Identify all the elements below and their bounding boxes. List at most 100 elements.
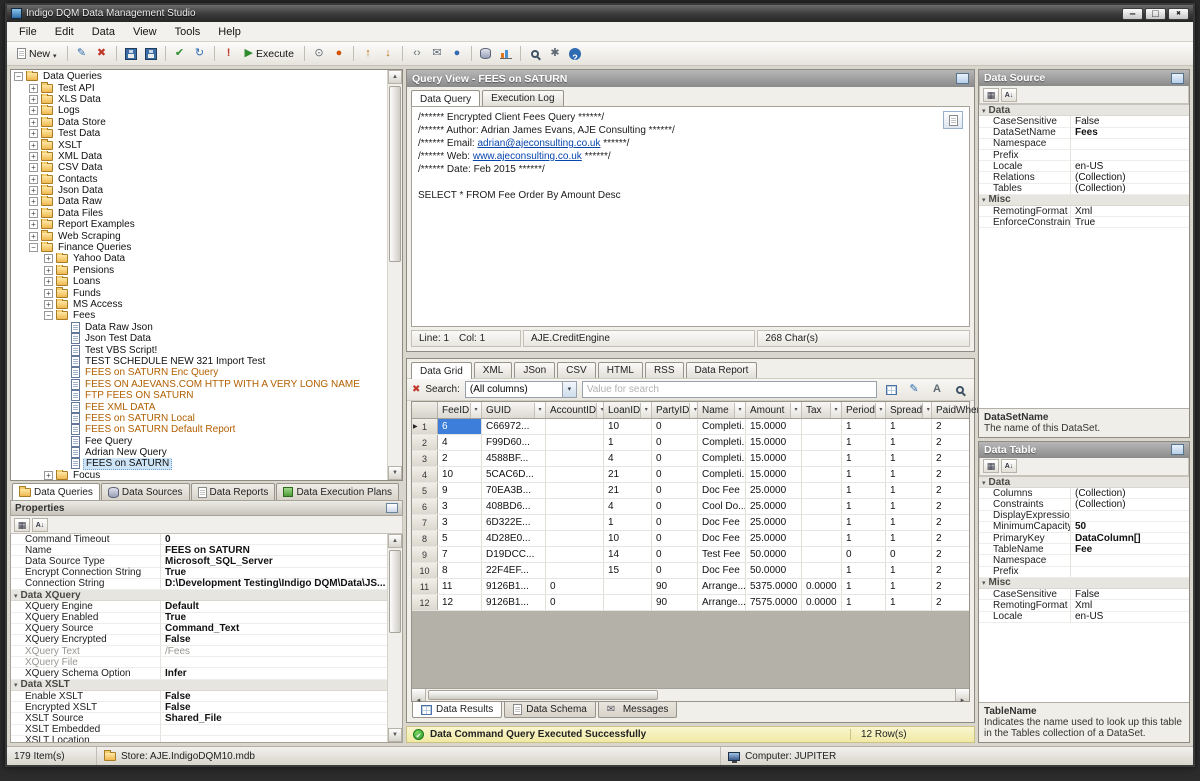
tree-item-fee-xml-data[interactable]: FEE XML DATA bbox=[11, 401, 387, 412]
grid-cell[interactable]: 50.0000 bbox=[746, 547, 802, 562]
tree-expander[interactable]: + bbox=[29, 163, 38, 172]
grid-cell[interactable] bbox=[802, 451, 842, 466]
tree-item-data-raw-json[interactable]: Data Raw Json bbox=[11, 322, 387, 333]
grid-cell[interactable] bbox=[802, 531, 842, 546]
grid-cell[interactable]: 1 bbox=[842, 579, 886, 594]
tree-item-csv-data[interactable]: +CSV Data bbox=[11, 162, 387, 173]
alphabetical-icon[interactable] bbox=[1001, 88, 1017, 102]
grid-cell[interactable]: 7575.0000 bbox=[746, 595, 802, 610]
grid-cell[interactable]: 2 bbox=[932, 547, 984, 562]
column-filter-icon[interactable] bbox=[830, 403, 841, 418]
export-icon[interactable]: ↑ bbox=[359, 45, 377, 62]
grid-cell[interactable]: 4D28E0... bbox=[482, 531, 546, 546]
scroll-up-button[interactable]: ▲ bbox=[388, 534, 402, 548]
grid-cell[interactable]: 0 bbox=[652, 531, 698, 546]
tree-item-ftp-fees-on-saturn[interactable]: FTP FEES ON SATURN bbox=[11, 390, 387, 401]
grid-cell[interactable]: 1 bbox=[886, 499, 932, 514]
property-row-locale[interactable]: Localeen-US bbox=[979, 612, 1189, 623]
property-row-primarykey[interactable]: PrimaryKeyDataColumn[] bbox=[979, 533, 1189, 544]
grid-cell[interactable]: 10 bbox=[604, 419, 652, 434]
tab-rss[interactable]: RSS bbox=[645, 362, 684, 378]
grid-cell[interactable] bbox=[546, 419, 604, 434]
tab-data-sources[interactable]: Data Sources bbox=[101, 483, 190, 500]
grid-cell[interactable]: 2 bbox=[932, 451, 984, 466]
grid-cell[interactable]: 70EA3B... bbox=[482, 483, 546, 498]
tab-data-report[interactable]: Data Report bbox=[686, 362, 758, 378]
scroll-up-button[interactable]: ▲ bbox=[388, 70, 402, 84]
search-column-select[interactable]: (All columns) bbox=[465, 381, 577, 398]
grid-cell[interactable]: 2 bbox=[932, 531, 984, 546]
tree-expander[interactable]: + bbox=[29, 118, 38, 127]
grid-cell[interactable]: 1 bbox=[842, 467, 886, 482]
tree-item-test-data[interactable]: +Test Data bbox=[11, 128, 387, 139]
grid-cell[interactable]: 1 bbox=[842, 419, 886, 434]
property-row-xquery-schema-option[interactable]: XQuery Schema OptionInfer bbox=[11, 668, 387, 679]
grid-cell[interactable] bbox=[802, 515, 842, 530]
property-row-casesensitive[interactable]: CaseSensitiveFalse bbox=[979, 589, 1189, 600]
tree-item-fees-on-saturn-local[interactable]: FEES on SATURN Local bbox=[11, 413, 387, 424]
tree-item-json-test-data[interactable]: Json Test Data bbox=[11, 333, 387, 344]
grid-cell[interactable]: 0 bbox=[652, 451, 698, 466]
grid-cell[interactable]: 1 bbox=[842, 499, 886, 514]
grid-cell[interactable]: Arrange... bbox=[698, 595, 746, 610]
grid-cell[interactable] bbox=[546, 467, 604, 482]
tree-expander[interactable]: + bbox=[44, 471, 53, 480]
column-filter-icon[interactable] bbox=[596, 403, 604, 418]
row-header[interactable]: 2 bbox=[412, 435, 438, 450]
row-header[interactable]: 12 bbox=[412, 595, 438, 610]
import-icon[interactable]: ↓ bbox=[379, 45, 397, 62]
property-row-namespace[interactable]: Namespace bbox=[979, 139, 1189, 150]
grid-cell[interactable]: F99D60... bbox=[482, 435, 546, 450]
new-button[interactable]: New bbox=[12, 43, 62, 65]
column-filter-icon[interactable] bbox=[922, 403, 932, 418]
grid-cell[interactable] bbox=[546, 515, 604, 530]
tree-item-data-store[interactable]: +Data Store bbox=[11, 117, 387, 128]
grid-cell[interactable]: 1 bbox=[886, 419, 932, 434]
menu-file[interactable]: File bbox=[10, 24, 46, 40]
grid-cell[interactable]: 1 bbox=[842, 563, 886, 578]
grid-cell[interactable]: 1 bbox=[886, 435, 932, 450]
tree-item-logs[interactable]: +Logs bbox=[11, 105, 387, 116]
row-header[interactable]: 7 bbox=[412, 515, 438, 530]
grid-cell[interactable]: C66972... bbox=[482, 419, 546, 434]
chart-icon[interactable] bbox=[497, 45, 515, 62]
grid-cell[interactable]: 0 bbox=[652, 419, 698, 434]
tree-item-focus[interactable]: +Focus bbox=[11, 470, 387, 480]
tree-expander[interactable]: − bbox=[44, 311, 53, 320]
property-row-name[interactable]: NameFEES on SATURN bbox=[11, 545, 387, 556]
grid-cell[interactable]: 1 bbox=[886, 451, 932, 466]
tree-item-fees-on-saturn-default-report[interactable]: FEES on SATURN Default Report bbox=[11, 424, 387, 435]
property-category-data-xslt[interactable]: Data XSLT bbox=[11, 680, 387, 691]
tree-item-json-data[interactable]: +Json Data bbox=[11, 185, 387, 196]
grid-cell[interactable]: 10 bbox=[438, 467, 482, 482]
property-category-data[interactable]: Data bbox=[979, 105, 1189, 116]
grid-cell[interactable]: 2 bbox=[932, 499, 984, 514]
sql-editor[interactable]: /****** Encrypted Client Fees Query ****… bbox=[411, 106, 970, 327]
grid-cell[interactable]: 15.0000 bbox=[746, 419, 802, 434]
column-header-feeid[interactable]: FeeID bbox=[438, 402, 482, 418]
menu-tools[interactable]: Tools bbox=[166, 24, 210, 40]
grid-cell[interactable]: 6 bbox=[438, 419, 482, 434]
grid-cell[interactable] bbox=[604, 595, 652, 610]
export-grid-icon[interactable] bbox=[882, 381, 900, 398]
tree-expander[interactable]: + bbox=[44, 266, 53, 275]
grid-cell[interactable]: 1 bbox=[842, 515, 886, 530]
grid-cell[interactable]: 1 bbox=[886, 595, 932, 610]
grid-cell[interactable]: 90 bbox=[652, 579, 698, 594]
maximize-button[interactable] bbox=[1145, 8, 1166, 20]
property-row-encrypted-xslt[interactable]: Encrypted XSLTFalse bbox=[11, 702, 387, 713]
grid-cell[interactable] bbox=[802, 419, 842, 434]
titlebar[interactable]: Indigo DQM Data Management Studio bbox=[7, 5, 1193, 22]
column-filter-icon[interactable] bbox=[470, 403, 481, 418]
grid-cell[interactable] bbox=[802, 499, 842, 514]
property-category-data-xquery[interactable]: Data XQuery bbox=[11, 590, 387, 601]
grid-cell[interactable]: 1 bbox=[886, 563, 932, 578]
tree-expander[interactable]: + bbox=[29, 209, 38, 218]
row-header[interactable]: 9 bbox=[412, 547, 438, 562]
grid-cell[interactable]: 4 bbox=[604, 451, 652, 466]
chevron-down-icon[interactable] bbox=[562, 382, 576, 397]
property-row-enforceconstraints[interactable]: EnforceConstraintsTrue bbox=[979, 217, 1189, 228]
property-row-locale[interactable]: Localeen-US bbox=[979, 161, 1189, 172]
grid-cell[interactable]: 3 bbox=[438, 499, 482, 514]
grid-cell[interactable]: 1 bbox=[886, 531, 932, 546]
